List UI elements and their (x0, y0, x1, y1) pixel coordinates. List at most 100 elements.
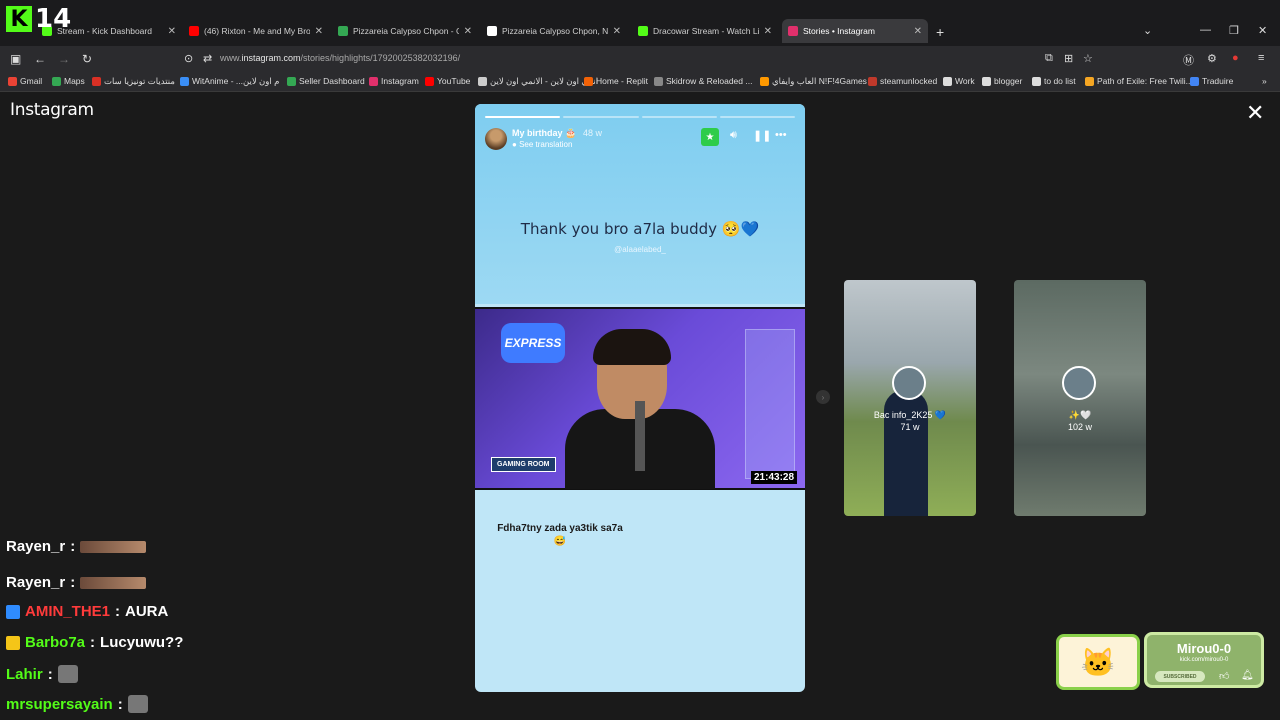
chat-message: AMIN_THE1: AURA (6, 603, 168, 620)
sidebar-toggle-icon[interactable]: ▣ (10, 52, 21, 66)
close-tab-icon[interactable]: ✕ (914, 26, 922, 37)
bookmark-favicon-icon (478, 77, 487, 86)
close-window-button[interactable]: ✕ (1258, 24, 1267, 37)
chat-username: Barbo7a (25, 634, 86, 651)
bookmark-item[interactable]: Home - Replit (584, 76, 648, 86)
bookmark-label: Gmail (20, 76, 43, 86)
extensions-puzzle-icon[interactable]: ⚙ (1207, 52, 1217, 65)
story-mention[interactable]: @alaaelabed_ (475, 245, 805, 254)
story-time: 48 w (583, 128, 603, 138)
bookmark-item[interactable]: Gmail (8, 76, 42, 86)
close-tab-icon[interactable]: ✕ (168, 26, 176, 37)
bookmark-label: Work (955, 76, 975, 86)
chat-text: Lucyuwu?? (100, 634, 184, 651)
extension-m-icon[interactable]: Ⓜ (1183, 52, 1194, 68)
more-bookmarks-icon[interactable]: » (1262, 76, 1267, 86)
story-video-frame: EXPRESS GAMING ROOM 21:43:28 (475, 307, 805, 490)
browser-tab-bar: K 14 Stream - Kick Dashboard ✕ (46) Rixton… (0, 0, 1280, 46)
url-prefix: www. (220, 53, 242, 63)
bookmark-label: منتديات تونيزيا سات (104, 76, 175, 86)
bookmark-item[interactable]: منتديات تونيزيا سات (92, 76, 175, 87)
close-tab-icon[interactable]: ✕ (613, 26, 621, 37)
progress-segment (719, 116, 795, 118)
more-options-icon[interactable]: ••• (775, 129, 787, 141)
chat-message: Barbo7a: Lucyuwu?? (6, 634, 183, 651)
youtube-icon (189, 26, 199, 36)
bookmark-favicon-icon (760, 77, 769, 86)
bookmark-item[interactable]: Maps (52, 76, 85, 86)
browser-tab[interactable]: Pizzareia Calypso Chpon, Nabe ✕ (481, 20, 627, 42)
back-button[interactable]: ← (34, 52, 46, 66)
tab-title: Stories • Instagram (803, 26, 875, 36)
chat-username: Rayen_r (6, 574, 66, 591)
menu-icon[interactable]: ≡ (1258, 52, 1264, 64)
bookmark-favicon-icon (369, 76, 378, 86)
browser-tab[interactable]: Stories • Instagram ✕ (782, 19, 928, 43)
story-viewer[interactable]: My birthday 🎂 48 w ● See translation ★ 🔊… (475, 104, 805, 692)
stream-chat-overlay: Rayen_r: Rayen_r: AMIN_THE1: AURA Barbo7a: Lu… (0, 538, 260, 720)
browser-tab[interactable]: Pizzareia Calypso Chpon - Goo ✕ (332, 20, 478, 42)
chat-separator: : (115, 603, 121, 620)
bookmark-item[interactable]: Traduire (1190, 76, 1233, 86)
profile-icon[interactable]: ● (1232, 52, 1239, 64)
url-field[interactable]: www.instagram.com/stories/highlights/179… (220, 53, 460, 63)
bookmark-item[interactable]: to do list (1032, 76, 1076, 86)
subscribe-widget: 🐱 Mirou0-0 kick.com/mirou0-0 SUBSCRIBED … (1056, 632, 1266, 690)
close-tab-icon[interactable]: ✕ (764, 26, 772, 37)
forward-button[interactable]: → (58, 52, 70, 66)
bookmark-item[interactable]: blogger (982, 76, 1022, 86)
bookmark-item[interactable]: Path of Exile: Free Twili... (1085, 76, 1193, 86)
bookmark-label: Maps (64, 76, 85, 86)
browser-tab[interactable]: (46) Rixton - Me and My Broken ✕ (183, 20, 329, 42)
bookmark-item[interactable]: WitAnime - ...م اون لاين (180, 76, 279, 87)
stream-logo: K 14 (6, 4, 76, 34)
maximize-button[interactable]: ❐ (1229, 24, 1239, 37)
bookmark-item[interactable]: Instagram (369, 76, 419, 86)
tune-icon[interactable]: ⇄ (203, 52, 212, 65)
minimize-button[interactable]: — (1200, 24, 1211, 36)
bookmark-favicon-icon (1190, 76, 1199, 86)
bookmark-star-icon[interactable]: ☆ (1083, 52, 1093, 65)
suggested-story-card[interactable]: Bac info_2K25 💙 71 w (844, 280, 976, 516)
tab-search-icon[interactable]: ⌄ (1143, 24, 1152, 37)
bookmark-item[interactable]: انمي اون لاين - الانمي اون لاين (478, 76, 598, 87)
story-owner-avatar[interactable] (485, 128, 507, 150)
streamer-hair (593, 329, 671, 365)
new-tab-button[interactable]: + (936, 24, 944, 40)
bookmark-label: WitAnime - ...م اون لاين (192, 76, 280, 86)
bookmark-item[interactable]: YouTube (425, 76, 470, 86)
card-time: 102 w (1067, 422, 1093, 432)
close-friends-star-icon[interactable]: ★ (701, 128, 719, 146)
card-name: Bac info_2K25 💙 (873, 410, 947, 420)
bookmark-item[interactable]: Work (943, 76, 975, 86)
chat-username: mrsupersayain (6, 695, 113, 713)
chat-message: Rayen_r: (6, 538, 147, 555)
bookmark-favicon-icon (92, 77, 101, 86)
chat-separator: : (47, 665, 53, 683)
site-info-icon[interactable]: ⊙ (184, 52, 193, 65)
browser-tab[interactable]: Dracowar Stream - Watch Live ✕ (632, 20, 778, 42)
story-highlight-title[interactable]: My birthday 🎂 (512, 128, 576, 139)
bookmark-favicon-icon (943, 76, 952, 86)
close-tab-icon[interactable]: ✕ (315, 26, 323, 37)
bookmark-item[interactable]: steamunlocked (868, 76, 937, 86)
instagram-logo[interactable]: Instagram (10, 100, 94, 120)
close-stories-icon[interactable]: ✕ (1246, 102, 1264, 124)
install-app-icon[interactable]: ⊞ (1064, 52, 1073, 65)
pause-icon[interactable]: ❚❚ (753, 129, 771, 142)
reload-button[interactable]: ↻ (82, 52, 92, 66)
bookmark-item[interactable]: Seller Dashboard (287, 76, 365, 86)
picture-in-picture-icon[interactable]: ⧉ (1045, 52, 1053, 65)
card-name: ✨🤍 (1068, 410, 1092, 420)
bookmarks-bar: Gmail Maps منتديات تونيزيا سات WitAnime - .… (0, 72, 1280, 92)
next-story-arrow-icon[interactable]: › (816, 390, 830, 404)
chat-emote-icon (57, 665, 78, 683)
see-translation-link[interactable]: ● See translation (512, 140, 572, 149)
close-tab-icon[interactable]: ✕ (464, 26, 472, 37)
bookmark-item[interactable]: Skidrow & Reloaded ... (654, 76, 752, 86)
card-avatar (1062, 366, 1096, 400)
suggested-story-card[interactable]: ✨🤍 102 w (1014, 280, 1146, 516)
chat-message: mrsupersayain: (6, 695, 148, 713)
bookmark-item[interactable]: العاب وايفاي N!F!4Games (760, 76, 867, 87)
volume-icon[interactable]: 🔊︎ (730, 129, 737, 142)
